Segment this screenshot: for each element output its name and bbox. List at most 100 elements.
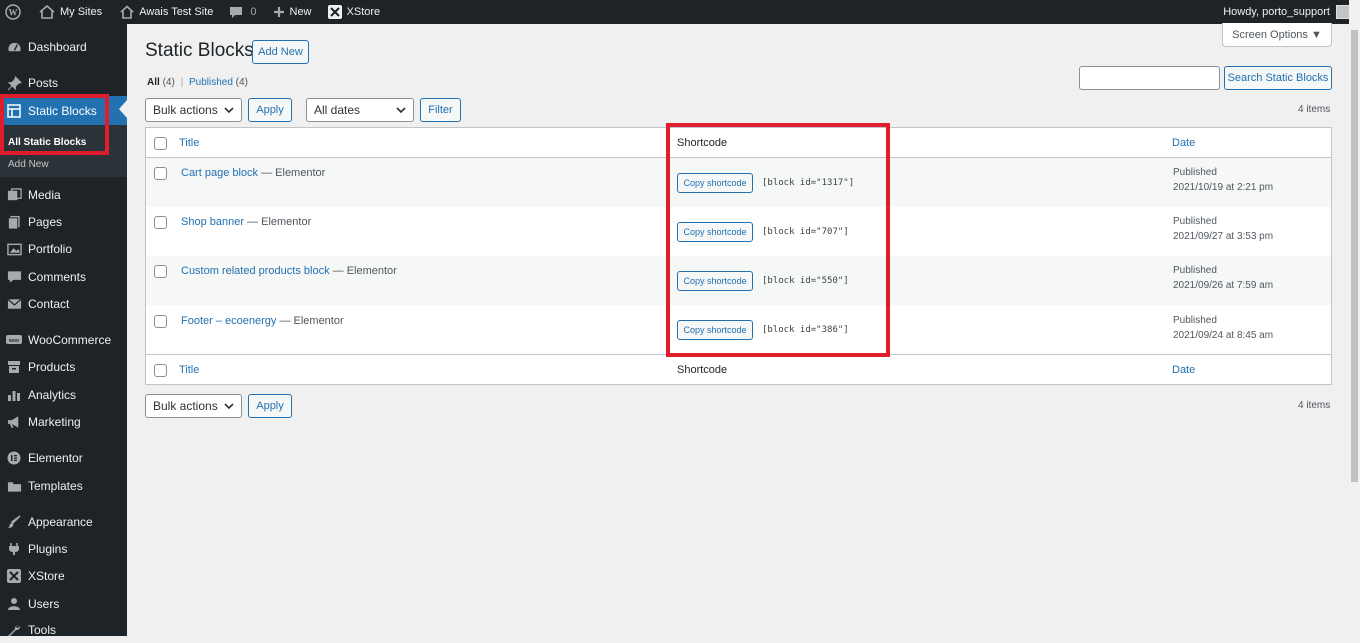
search-static-blocks-button[interactable]: Search Static Blocks <box>1224 66 1332 90</box>
row-title-cell: Cart page block — Elementor <box>181 167 325 179</box>
sidebar-item-label: Tools <box>28 623 57 637</box>
sidebar-item-label: WooCommerce <box>28 333 112 347</box>
sidebar-item-templates[interactable]: Templates <box>0 473 127 499</box>
filter-button[interactable]: Filter <box>420 98 461 122</box>
copy-shortcode-button[interactable]: Copy shortcode <box>677 271 753 291</box>
sidebar-item-static-blocks[interactable]: Static Blocks <box>0 96 127 125</box>
new-content-menu[interactable]: New <box>267 0 318 24</box>
sidebar-item-elementor[interactable]: Elementor <box>0 445 127 471</box>
sidebar-item-tools[interactable]: Tools <box>0 617 127 643</box>
scrollbar-thumb[interactable] <box>1351 30 1358 482</box>
copy-shortcode-button[interactable]: Copy shortcode <box>677 320 753 340</box>
sidebar-item-woocommerce[interactable]: woo WooCommerce <box>0 327 127 353</box>
bar-chart-icon <box>6 387 22 403</box>
sidebar-item-label: Appearance <box>28 515 93 529</box>
sidebar-item-comments[interactable]: Comments <box>0 264 127 290</box>
row-title-link[interactable]: Footer – ecoenergy <box>181 315 276 327</box>
active-menu-pointer <box>119 100 127 118</box>
my-sites-menu[interactable]: My Sites <box>33 0 108 24</box>
shortcode-text: [block id="1317"] <box>762 178 855 188</box>
post-date: 2021/09/26 at 7:59 am <box>1173 280 1274 291</box>
sidebar-item-label: Posts <box>28 76 59 90</box>
column-title-header[interactable]: Title <box>179 137 199 149</box>
screen-options-button[interactable]: Screen Options ▼ <box>1222 23 1332 47</box>
table-icon <box>6 103 22 119</box>
user-icon <box>6 596 22 612</box>
archive-icon <box>6 359 22 375</box>
avatar <box>1336 5 1350 19</box>
row-title-cell: Shop banner — Elementor <box>181 216 311 228</box>
select-all-checkbox-bottom[interactable] <box>154 364 167 377</box>
site-name-menu[interactable]: Awais Test Site <box>114 0 219 24</box>
sidebar-item-contact[interactable]: Contact <box>0 291 127 317</box>
post-status: Published <box>1173 216 1217 227</box>
copy-shortcode-button[interactable]: Copy shortcode <box>677 173 753 193</box>
bulk-actions-select-top[interactable]: Bulk actions <box>145 98 242 122</box>
row-title-suffix: — Elementor <box>258 167 326 179</box>
filter-published-count: (4) <box>235 77 248 88</box>
media-icon <box>6 187 22 203</box>
static-blocks-submenu: All Static Blocks Add New <box>0 125 127 177</box>
envelope-icon <box>6 296 22 312</box>
sidebar-item-xstore[interactable]: XStore <box>0 563 127 589</box>
row-title-cell: Custom related products block — Elemento… <box>181 265 397 277</box>
sidebar-item-dashboard[interactable]: Dashboard <box>0 34 127 60</box>
copy-shortcode-button[interactable]: Copy shortcode <box>677 222 753 242</box>
apply-button-bottom[interactable]: Apply <box>248 394 292 418</box>
svg-text:W: W <box>9 8 18 18</box>
items-count-bottom: 4 items <box>1298 400 1331 411</box>
select-all-checkbox[interactable] <box>154 137 167 150</box>
sidebar-item-pages[interactable]: Pages <box>0 209 127 235</box>
row-checkbox[interactable] <box>154 216 167 229</box>
row-checkbox[interactable] <box>154 265 167 278</box>
sidebar-item-label: Comments <box>28 270 87 284</box>
xstore-menu[interactable]: XStore <box>322 0 387 24</box>
post-date: 2021/09/24 at 8:45 am <box>1173 330 1274 341</box>
comments-menu[interactable]: 0 <box>223 0 262 24</box>
page-scrollbar[interactable] <box>1349 0 1360 636</box>
comments-count: 0 <box>250 6 257 18</box>
filter-published-link[interactable]: Published <box>189 77 233 88</box>
row-checkbox[interactable] <box>154 167 167 180</box>
table-row: Cart page block — Elementor Copy shortco… <box>146 158 1331 207</box>
search-input[interactable] <box>1079 66 1220 90</box>
row-title-suffix: — Elementor <box>244 216 312 228</box>
sidebar-item-label: Analytics <box>28 388 77 402</box>
bulk-actions-select-bottom[interactable]: Bulk actions <box>145 394 242 418</box>
new-label: New <box>289 6 312 18</box>
sidebar-item-posts[interactable]: Posts <box>0 70 127 96</box>
plus-icon <box>273 7 284 17</box>
dates-select[interactable]: All dates <box>306 98 414 122</box>
table-row: Shop banner — Elementor Copy shortcode [… <box>146 207 1331 256</box>
row-checkbox[interactable] <box>154 315 167 328</box>
my-account-menu[interactable]: Howdy, porto_support <box>1223 0 1360 24</box>
column-date-header[interactable]: Date <box>1172 137 1195 149</box>
submenu-all-static-blocks[interactable]: All Static Blocks <box>8 137 86 148</box>
add-new-button[interactable]: Add New <box>252 40 309 64</box>
dates-value: All dates <box>314 103 361 117</box>
sidebar-item-appearance[interactable]: Appearance <box>0 509 127 535</box>
sidebar-item-label: Contact <box>28 297 70 311</box>
sidebar-item-label: Users <box>28 597 60 611</box>
apply-button-top[interactable]: Apply <box>248 98 292 122</box>
filter-all-link[interactable]: All <box>147 77 160 88</box>
row-title-link[interactable]: Cart page block <box>181 167 258 179</box>
comment-icon <box>6 269 22 285</box>
sidebar-item-media[interactable]: Media <box>0 182 127 208</box>
post-status: Published <box>1173 167 1217 178</box>
sidebar-item-products[interactable]: Products <box>0 354 127 380</box>
wordpress-logo-icon[interactable]: W <box>0 0 27 24</box>
row-title-link[interactable]: Custom related products block <box>181 265 330 277</box>
column-title-footer[interactable]: Title <box>179 364 199 376</box>
bulk-actions-value: Bulk actions <box>153 399 218 413</box>
column-date-footer[interactable]: Date <box>1172 364 1195 376</box>
sidebar-item-plugins[interactable]: Plugins <box>0 536 127 562</box>
row-title-link[interactable]: Shop banner <box>181 216 244 228</box>
sidebar-item-portfolio[interactable]: Portfolio <box>0 236 127 262</box>
submenu-add-new[interactable]: Add New <box>8 159 49 170</box>
x-icon <box>6 568 22 584</box>
sidebar-item-marketing[interactable]: Marketing <box>0 409 127 435</box>
items-count-top: 4 items <box>1298 104 1331 115</box>
sidebar-item-analytics[interactable]: Analytics <box>0 382 127 408</box>
sidebar-item-users[interactable]: Users <box>0 591 127 617</box>
